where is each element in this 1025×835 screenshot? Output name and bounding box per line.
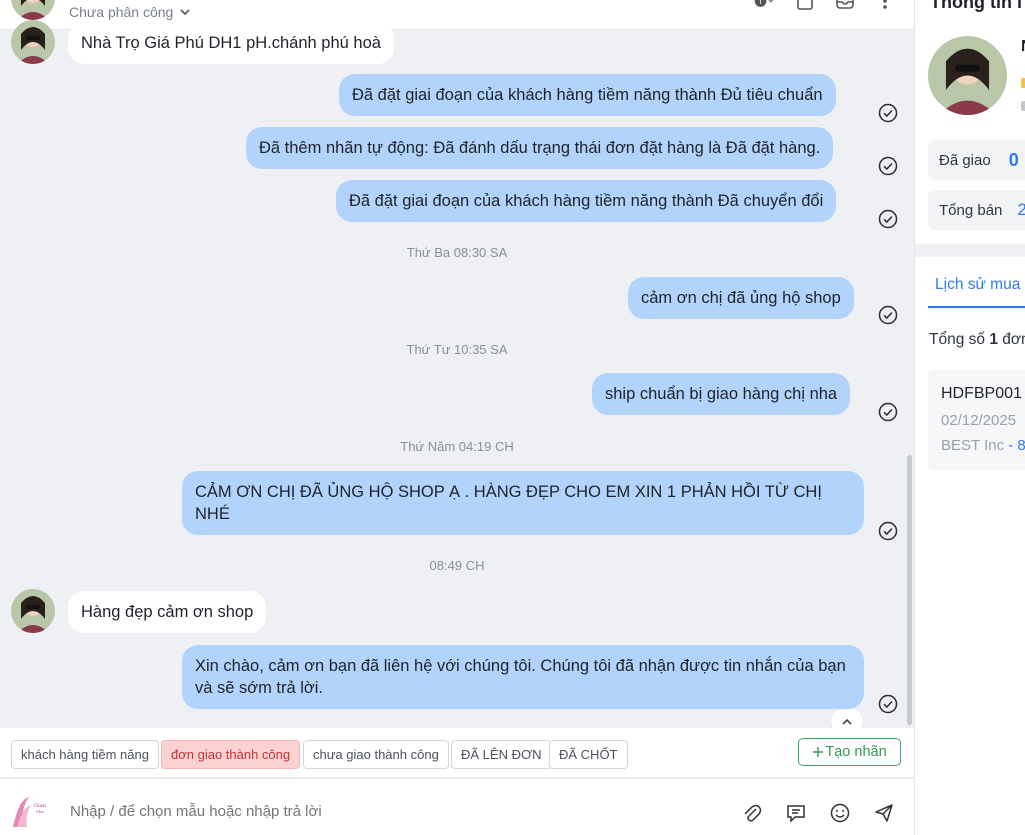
message-bubble: ship chuẩn bị giao hàng chị nha: [592, 373, 851, 415]
delivered-value: 0: [1008, 149, 1019, 170]
date-separator: 08:49 CH: [429, 558, 485, 573]
create-tag-label: Tạo nhãn: [825, 744, 887, 760]
svg-text:i: i: [760, 0, 762, 6]
tag-chip-active[interactable]: đơn giao thành công: [161, 740, 301, 769]
carrier-name: BEST Inc: [941, 437, 1005, 454]
check-circle-icon: [878, 694, 898, 714]
order-card[interactable]: HDFBP001 02/12/2025 BEST Inc - 8: [928, 370, 1025, 470]
check-circle-icon: [878, 305, 898, 325]
delivered-stat: Đã giao 0: [928, 140, 1025, 180]
message-bubble: CẢM ƠN CHỊ ĐÃ ỦNG HỘ SHOP Ạ . HÀNG ĐẸP C…: [182, 471, 864, 535]
shop-logo: GianPhu: [13, 797, 47, 827]
note-icon[interactable]: [794, 0, 816, 12]
total-orders-prefix: Tổng số: [929, 331, 986, 348]
svg-text:Phu: Phu: [36, 809, 44, 814]
send-icon[interactable]: [874, 803, 894, 823]
plus-icon: [813, 747, 824, 757]
emoji-icon[interactable]: [830, 803, 850, 823]
order-carrier: BEST Inc - 8: [941, 437, 1025, 454]
message-bubble: Hàng đẹp cảm ơn shop: [68, 591, 267, 633]
tag-marker-icon: [1021, 78, 1025, 88]
quick-reply-icon[interactable]: [786, 803, 806, 823]
check-circle-icon: [878, 521, 898, 541]
total-sales-stat: Tổng bán 2: [928, 190, 1025, 230]
more-vertical-icon[interactable]: [874, 0, 896, 12]
tab-divider: [928, 308, 1025, 309]
date-separator: Thứ Năm 04:19 CH: [400, 439, 514, 454]
carrier-suffix: - 8: [1008, 437, 1025, 454]
total-orders-count: 1: [989, 331, 998, 348]
composer: Gian Phu: [0, 779, 914, 835]
avatar: [11, 20, 55, 64]
chat-panel: Chưa phân công i Nhà Trọ Giá Phú DH1 pH.…: [0, 0, 914, 835]
check-circle-icon: [878, 402, 898, 422]
create-tag-button[interactable]: Tạo nhãn: [798, 738, 901, 766]
tag-chip[interactable]: chưa giao thành công: [303, 740, 449, 769]
assign-label: Chưa phân công: [69, 4, 174, 20]
customer-info-panel: Thông tin l N Đã giao 0 Tổng bán 2 Lịch …: [915, 0, 1025, 835]
message-bubble: cảm ơn chị đã ủng hộ shop: [628, 277, 854, 319]
check-circle-icon: [878, 209, 898, 229]
message-bubble: Đã đặt giai đoạn của khách hàng tiềm năn…: [339, 74, 836, 116]
tag-marker-icon: [1021, 101, 1025, 111]
total-orders: Tổng số 1 đơn: [929, 331, 1025, 349]
total-sales-value: 2: [1017, 200, 1025, 219]
order-date: 02/12/2025: [941, 412, 1017, 429]
tag-bar: khách hàng tiềm năng đơn giao thành công…: [0, 728, 914, 778]
delivered-label: Đã giao: [939, 151, 991, 169]
date-separator: Thứ Ba 08:30 SA: [406, 245, 508, 260]
message-input[interactable]: [70, 803, 670, 820]
message-bubble: Đã thêm nhãn tự động: Đã đánh dấu trạng …: [246, 127, 834, 169]
message-bubble: Đã đặt giai đoạn của khách hàng tiềm năn…: [336, 180, 837, 222]
check-circle-icon: [878, 156, 898, 176]
section-divider: [915, 244, 1025, 257]
customer-avatar: [928, 36, 1007, 115]
check-circle-icon: [878, 103, 898, 123]
message-bubble: Xin chào, cảm ơn bạn đã liên hệ với chún…: [182, 645, 864, 709]
tag-chip[interactable]: ĐÃ CHỐT: [549, 740, 628, 769]
total-sales-label: Tổng bán: [939, 201, 1003, 219]
total-orders-suffix: đơn: [1002, 331, 1025, 348]
assign-dropdown[interactable]: Chưa phân công: [69, 4, 191, 20]
date-separator: Thứ Tư 10:35 SA: [406, 342, 508, 357]
tag-chip[interactable]: ĐÃ LÊN ĐƠN: [451, 740, 552, 769]
panel-title: Thông tin l: [930, 0, 1022, 12]
message-bubble: Nhà Trọ Giá Phú DH1 pH.chánh phú hoà: [68, 22, 394, 64]
order-code: HDFBP001: [941, 385, 1022, 402]
customer-name: N: [1021, 38, 1025, 56]
tag-chip[interactable]: khách hàng tiềm năng: [11, 740, 159, 769]
inbox-icon[interactable]: [834, 0, 856, 12]
avatar[interactable]: [11, 0, 55, 20]
scrollbar[interactable]: [907, 455, 912, 725]
attachment-icon[interactable]: [742, 803, 762, 823]
chevron-up-icon: [842, 718, 852, 725]
info-icon[interactable]: i: [754, 0, 776, 12]
chevron-down-icon: [180, 9, 190, 16]
avatar: [11, 589, 55, 633]
tab-purchase-history[interactable]: Lịch sử mua: [935, 276, 1020, 294]
